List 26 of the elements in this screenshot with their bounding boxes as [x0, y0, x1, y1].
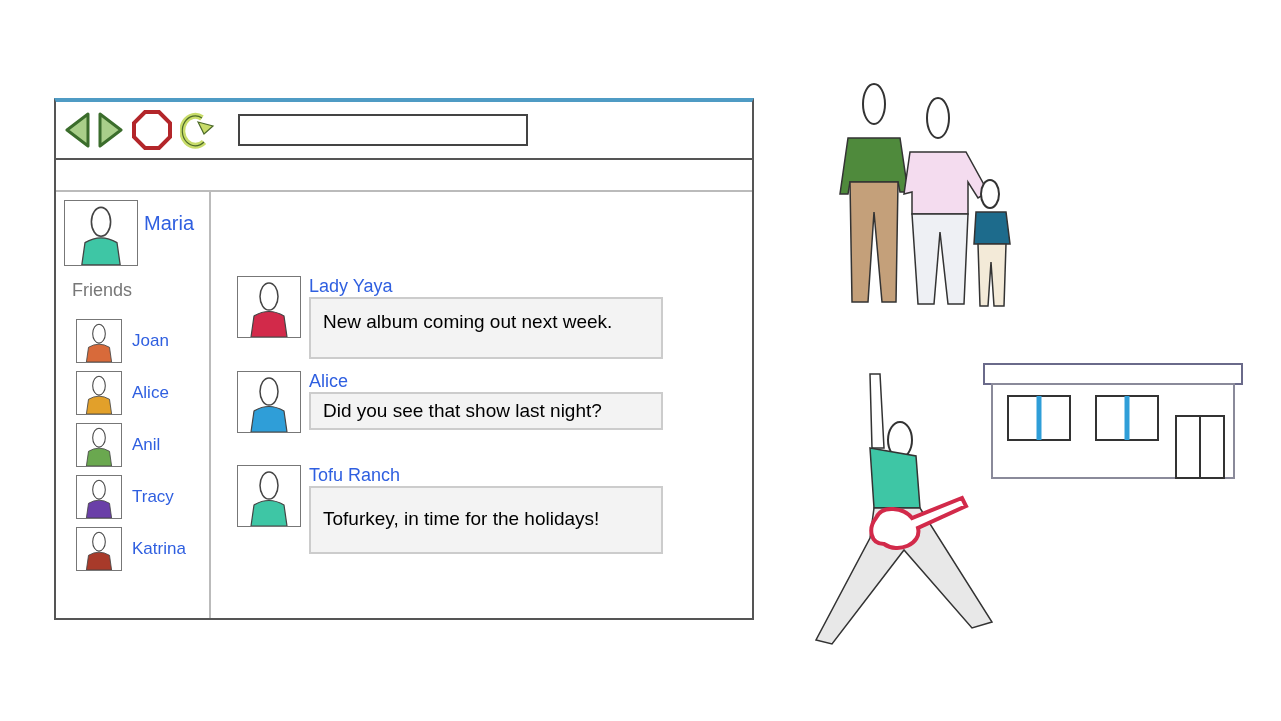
post-author[interactable]: Alice — [309, 371, 348, 392]
friend-name[interactable]: Katrina — [132, 539, 186, 559]
reload-icon[interactable] — [180, 110, 216, 150]
friends-heading: Friends — [72, 280, 134, 301]
friend-avatar — [76, 423, 122, 467]
post-author[interactable]: Lady Yaya — [309, 276, 393, 297]
post-avatar — [237, 465, 301, 527]
post-message: Did you see that show last night? — [309, 392, 663, 430]
profile-name[interactable]: Maria — [144, 212, 194, 235]
friend-name[interactable]: Anil — [132, 435, 161, 455]
post-message: New album coming out next week. — [309, 297, 663, 359]
post-author[interactable]: Tofu Ranch — [309, 465, 401, 486]
post-avatar — [237, 276, 301, 338]
post-avatar — [237, 371, 301, 433]
post-message: Tofurkey, in time for the holidays! — [309, 486, 663, 554]
friend-avatar — [76, 475, 122, 519]
friend-avatar — [76, 371, 122, 415]
forward-icon[interactable] — [98, 112, 124, 148]
friend-name[interactable]: Joan — [132, 331, 169, 351]
stop-icon[interactable] — [132, 110, 172, 150]
friend-name[interactable]: Tracy — [132, 487, 174, 507]
address-field[interactable] — [238, 114, 528, 146]
friend-avatar — [76, 527, 122, 571]
back-icon[interactable] — [64, 112, 90, 148]
friend-avatar — [76, 319, 122, 363]
friend-name[interactable]: Alice — [132, 383, 169, 403]
